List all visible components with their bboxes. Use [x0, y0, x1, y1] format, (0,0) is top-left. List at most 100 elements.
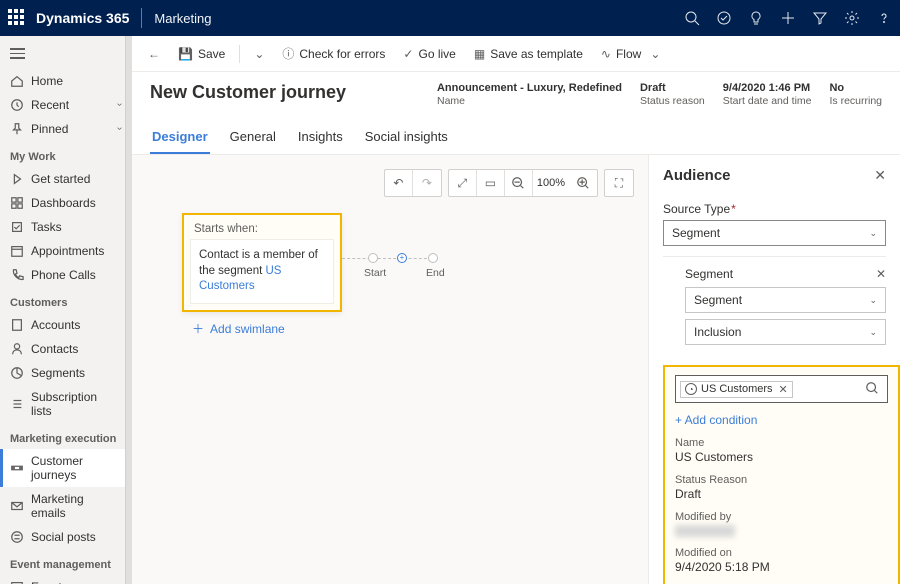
- sidebar-item-home[interactable]: Home: [0, 69, 131, 93]
- remove-chip-button[interactable]: ✕: [779, 383, 788, 396]
- sidebar-item-appointments[interactable]: Appointments: [0, 239, 131, 263]
- sidebar-item-customer-journeys[interactable]: Customer journeys: [0, 449, 131, 487]
- sidebar-item-tasks[interactable]: Tasks: [0, 215, 131, 239]
- segment-chip[interactable]: ◔ US Customers ✕: [680, 381, 793, 398]
- save-template-button[interactable]: ▦Save as template: [468, 43, 589, 65]
- sidebar-item-label: Home: [31, 74, 63, 88]
- filter-icon[interactable]: [812, 10, 828, 26]
- go-live-button[interactable]: ✓Go live: [397, 43, 461, 65]
- left-sidebar: Home Recent › Pinned › My Work Get start…: [0, 36, 132, 584]
- tab-general[interactable]: General: [228, 123, 278, 154]
- play-icon: [10, 172, 24, 186]
- zoom-out-button[interactable]: [505, 170, 533, 196]
- inclusion-dropdown[interactable]: Inclusion⌄: [685, 319, 886, 345]
- check-errors-button[interactable]: ⓘCheck for errors: [276, 41, 391, 66]
- detail-modon-value: 9/4/2020 5:18 PM: [675, 560, 888, 574]
- flow-button[interactable]: ∿Flow⌄: [595, 43, 666, 65]
- sidebar-item-segments[interactable]: Segments: [0, 361, 131, 385]
- minimap-button[interactable]: ▭: [477, 170, 505, 196]
- meta-label: Status reason: [640, 95, 705, 107]
- sidebar-item-label: Subscription lists: [31, 390, 121, 418]
- detail-status-label: Status Reason: [675, 474, 888, 486]
- sidebar-item-dashboards[interactable]: Dashboards: [0, 191, 131, 215]
- redo-button[interactable]: ↷: [413, 170, 441, 196]
- segment-lookup-input[interactable]: ◔ US Customers ✕: [675, 375, 888, 403]
- flow-icon: ∿: [601, 47, 611, 61]
- start-label: Start: [364, 267, 386, 279]
- sidebar-item-marketing-emails[interactable]: Marketing emails: [0, 487, 131, 525]
- sidebar-item-subscription-lists[interactable]: Subscription lists: [0, 385, 131, 423]
- close-panel-button[interactable]: ✕: [874, 167, 886, 184]
- meta-value: No: [829, 82, 882, 94]
- zoom-in-button[interactable]: [569, 170, 597, 196]
- save-dropdown[interactable]: ⌄: [248, 43, 270, 65]
- add-condition-button[interactable]: + Add condition: [675, 413, 888, 427]
- chevron-down-icon: ⌄: [869, 228, 877, 239]
- chevron-icon: ›: [114, 127, 125, 130]
- building-icon: [10, 318, 24, 332]
- remove-segment-button[interactable]: ✕: [876, 267, 886, 281]
- pin-icon: [10, 122, 24, 136]
- add-icon[interactable]: [780, 10, 796, 26]
- tab-designer[interactable]: Designer: [150, 123, 210, 154]
- sidebar-item-label: Social posts: [31, 530, 96, 544]
- header-meta: Announcement - Luxury, Redefined Name: [437, 82, 622, 107]
- settings-icon[interactable]: [844, 10, 860, 26]
- sidebar-group-header: Marketing execution: [0, 423, 131, 449]
- add-swimlane-button[interactable]: ＋Add swimlane: [192, 320, 285, 337]
- info-icon: ⓘ: [282, 45, 294, 62]
- sidebar-item-label: Contacts: [31, 342, 78, 356]
- detail-name-value: US Customers: [675, 450, 888, 464]
- calendar-icon: [10, 244, 24, 258]
- end-label: End: [426, 267, 445, 279]
- segments-icon: [10, 366, 24, 380]
- sidebar-item-label: Events: [31, 580, 68, 584]
- person-icon: [10, 342, 24, 356]
- sidebar-item-get-started[interactable]: Get started: [0, 167, 131, 191]
- sidebar-toggle[interactable]: [0, 44, 131, 69]
- sidebar-item-recent[interactable]: Recent ›: [0, 93, 131, 117]
- tab-insights[interactable]: Insights: [296, 123, 345, 154]
- fit-button[interactable]: ⛶: [605, 170, 633, 196]
- sidebar-item-events[interactable]: Events: [0, 575, 131, 584]
- dashboard-icon: [10, 196, 24, 210]
- add-node-button[interactable]: +: [397, 253, 407, 263]
- help-icon[interactable]: [876, 10, 892, 26]
- start-node[interactable]: [368, 253, 378, 263]
- back-button[interactable]: ←: [142, 47, 166, 61]
- sidebar-item-phone-calls[interactable]: Phone Calls: [0, 263, 131, 287]
- expand-button[interactable]: ⤢: [449, 170, 477, 196]
- save-icon: 💾: [178, 47, 193, 61]
- meta-value: 9/4/2020 1:46 PM: [723, 82, 812, 94]
- start-tile[interactable]: Starts when: Contact is a member of the …: [182, 213, 342, 312]
- meta-label: Is recurring: [829, 95, 882, 107]
- page-title: New Customer journey: [150, 82, 346, 103]
- sidebar-item-label: Accounts: [31, 318, 80, 332]
- save-button[interactable]: 💾Save: [172, 43, 231, 65]
- sidebar-item-social-posts[interactable]: Social posts: [0, 525, 131, 549]
- sidebar-item-accounts[interactable]: Accounts: [0, 313, 131, 337]
- sidebar-group-header: Customers: [0, 287, 131, 313]
- zoom-level: 100%: [533, 170, 569, 196]
- end-node[interactable]: [428, 253, 438, 263]
- header-meta: No Is recurring: [829, 82, 882, 107]
- sidebar-item-contacts[interactable]: Contacts: [0, 337, 131, 361]
- divider: [141, 8, 142, 28]
- chevron-down-icon: ⌄: [650, 47, 660, 61]
- sidebar-item-label: Pinned: [31, 122, 68, 136]
- segment-type-dropdown[interactable]: Segment⌄: [685, 287, 886, 313]
- tab-social-insights[interactable]: Social insights: [363, 123, 450, 154]
- search-icon[interactable]: [865, 381, 883, 398]
- social-icon: [10, 530, 24, 544]
- lightbulb-icon[interactable]: [748, 10, 764, 26]
- app-launcher-icon[interactable]: [8, 9, 26, 27]
- segment-details-highlight: ◔ US Customers ✕ + Add condition Name US…: [663, 365, 900, 584]
- source-type-dropdown[interactable]: Segment⌄: [663, 220, 886, 246]
- undo-button[interactable]: ↶: [385, 170, 413, 196]
- task-icon: [10, 220, 24, 234]
- sidebar-item-label: Customer journeys: [31, 454, 121, 482]
- sidebar-item-pinned[interactable]: Pinned ›: [0, 117, 131, 141]
- assistant-icon[interactable]: [716, 10, 732, 26]
- designer-canvas[interactable]: ↶ ↷ ⤢ ▭ 100% ⛶ Starts when: Contact is a: [132, 155, 648, 584]
- search-icon[interactable]: [684, 10, 700, 26]
